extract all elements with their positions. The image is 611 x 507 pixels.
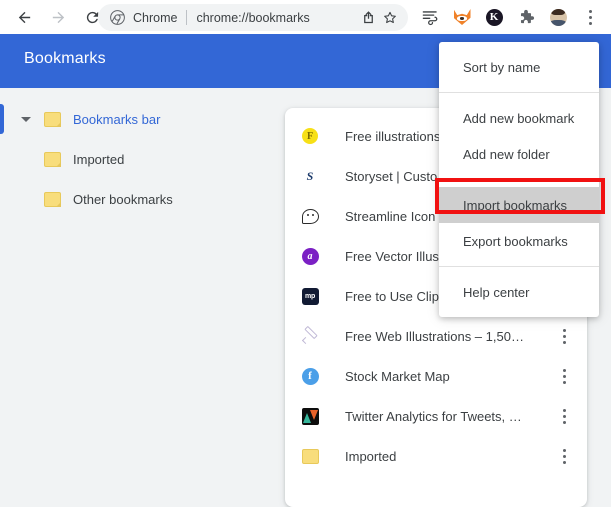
row-menu-button[interactable]: [549, 401, 579, 431]
menu-item-export-bookmarks[interactable]: Export bookmarks: [439, 223, 599, 259]
bookmark-title: Stock Market Map: [345, 368, 450, 384]
folder-icon: [301, 447, 319, 465]
fox-glyph: [453, 9, 471, 25]
menu-item-label: Export bookmarks: [463, 233, 568, 249]
sidebar-item-label: Other bookmarks: [73, 191, 173, 207]
back-arrow-icon: [18, 11, 30, 23]
menu-item-label: Import bookmarks: [463, 197, 568, 213]
list-item[interactable]: f Stock Market Map: [285, 356, 587, 396]
menu-divider: [439, 266, 599, 267]
avatar: [549, 8, 567, 26]
bookmarks-options-menu: Sort by name Add new bookmark Add new fo…: [439, 42, 599, 317]
row-menu-button[interactable]: [549, 321, 579, 351]
yellow-circle-icon: F: [301, 127, 319, 145]
bookmark-title: Twitter Analytics for Tweets, …: [345, 408, 522, 424]
forward-button[interactable]: [44, 3, 72, 31]
row-menu-button[interactable]: [549, 361, 579, 391]
menu-divider: [439, 179, 599, 180]
keplr-wallet-icon[interactable]: K: [480, 3, 508, 31]
bookmarks-sidebar-tree: Bookmarks bar Imported Other bookmarks: [0, 88, 285, 216]
blue-circle-icon: f: [301, 367, 319, 385]
bookmark-title: Free Web Illustrations – 1,50…: [345, 328, 524, 344]
menu-item-add-new-bookmark[interactable]: Add new bookmark: [439, 100, 599, 136]
purple-circle-icon: a: [301, 247, 319, 265]
chrome-menu-icon[interactable]: [576, 3, 604, 31]
storyset-icon: S: [306, 168, 314, 183]
menu-item-label: Sort by name: [463, 59, 541, 75]
omnibox-url[interactable]: chrome://bookmarks: [196, 11, 356, 25]
chevron-down-icon[interactable]: [18, 111, 34, 127]
menu-divider: [439, 92, 599, 93]
chat-bubble-icon: [301, 207, 319, 225]
folder-icon: [44, 111, 61, 127]
menu-item-add-new-folder[interactable]: Add new folder: [439, 136, 599, 172]
reading-list-icon[interactable]: [416, 3, 444, 31]
list-item[interactable]: Free Web Illustrations – 1,50…: [285, 316, 587, 356]
row-menu-button[interactable]: [549, 441, 579, 471]
back-button[interactable]: [10, 3, 38, 31]
extensions-puzzle-icon[interactable]: [512, 3, 540, 31]
chrome-logo-icon: [110, 10, 125, 25]
metamask-fox-icon[interactable]: [448, 3, 476, 31]
forward-arrow-icon: [52, 11, 64, 23]
folder-icon: [44, 191, 61, 207]
pencil-icon: [301, 327, 319, 345]
sidebar-item-label: Imported: [73, 151, 125, 167]
omnibox-app-label: Chrome: [133, 10, 178, 25]
omnibox-separator: [186, 10, 188, 25]
page-title: Bookmarks: [24, 50, 106, 67]
k-letter-glyph: K: [485, 8, 503, 26]
browser-toolbar: Chrome chrome://bookmarks K: [0, 0, 611, 34]
sidebar-item-bookmarks-bar[interactable]: Bookmarks bar: [0, 102, 285, 136]
menu-item-label: Add new bookmark: [463, 110, 575, 126]
selection-indicator: [0, 104, 4, 134]
list-item[interactable]: Twitter Analytics for Tweets, …: [285, 396, 587, 436]
menu-item-help-center[interactable]: Help center: [439, 274, 599, 310]
sidebar-item-other-bookmarks[interactable]: Other bookmarks: [0, 182, 285, 216]
extensions-toolbar: K: [414, 0, 606, 34]
mp-square-icon: mp: [301, 287, 319, 305]
share-icon[interactable]: [358, 8, 378, 28]
menu-item-label: Help center: [463, 284, 530, 300]
menu-item-import-bookmarks[interactable]: Import bookmarks: [439, 187, 599, 223]
triangles-icon: [301, 407, 319, 425]
folder-icon: [44, 151, 61, 167]
menu-item-sort-by-name[interactable]: Sort by name: [439, 49, 599, 85]
sidebar-item-imported[interactable]: Imported: [0, 142, 285, 176]
profile-avatar-icon[interactable]: [544, 3, 572, 31]
menu-item-label: Add new folder: [463, 146, 550, 162]
list-item[interactable]: Imported: [285, 436, 587, 476]
bookmark-title: Imported: [345, 448, 397, 464]
star-icon[interactable]: [380, 8, 400, 28]
address-bar[interactable]: Chrome chrome://bookmarks: [98, 4, 408, 31]
sidebar-item-label: Bookmarks bar: [73, 111, 161, 127]
kebab-glyph: [588, 9, 592, 25]
